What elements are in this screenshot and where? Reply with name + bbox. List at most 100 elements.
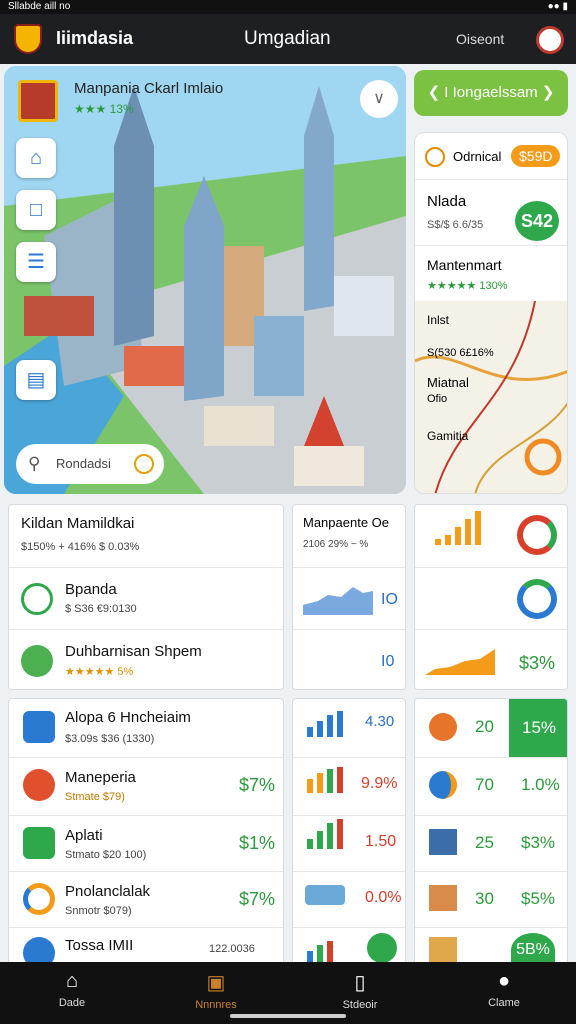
item-rating: ★★★★★ 5% bbox=[65, 666, 134, 678]
map-label: Inlst bbox=[427, 313, 450, 327]
summary-value: $5% bbox=[521, 889, 556, 908]
summary-value: 1.0% bbox=[521, 775, 560, 794]
status-text: Sllabde aill no bbox=[8, 1, 71, 12]
search-icon: ⚲ bbox=[28, 454, 41, 473]
item-title: Maneperia bbox=[65, 769, 136, 786]
city-crest-icon bbox=[18, 80, 58, 122]
area-chart bbox=[425, 649, 495, 675]
nav-label: Stdeoir bbox=[342, 999, 378, 1011]
location-icon[interactable] bbox=[134, 454, 154, 474]
summary-count: 70 bbox=[475, 775, 494, 794]
clover-icon bbox=[21, 645, 53, 677]
metrics-card: $3% bbox=[414, 504, 568, 690]
home-indicator bbox=[230, 1014, 346, 1018]
card-sub: $150% + 416% $ 0.03% bbox=[21, 541, 140, 553]
user-icon: ● bbox=[497, 970, 511, 992]
bank-icon bbox=[429, 885, 457, 911]
summary-card: 20 15% 70 1.0% 25 $3% 30 $5% 5B% bbox=[414, 698, 568, 966]
chart-value: I0 bbox=[381, 653, 395, 670]
status-icon bbox=[21, 583, 53, 615]
nav-label: Dade bbox=[58, 997, 86, 1009]
map-search[interactable]: ⚲ Rondadsi bbox=[16, 444, 164, 484]
collapse-icon[interactable]: ∨ bbox=[360, 80, 398, 118]
item-sub: Stmato $20 100) bbox=[65, 849, 147, 861]
chart-value: IO bbox=[381, 591, 398, 608]
avatar[interactable] bbox=[536, 26, 564, 54]
summary-count: 20 bbox=[475, 717, 494, 736]
card-sub: 2106 29% − % bbox=[303, 539, 369, 550]
money-icon bbox=[23, 827, 55, 859]
navigate-button[interactable]: ❮ I Iongaelssam ❯ bbox=[414, 70, 568, 116]
item-title: Aplati bbox=[65, 827, 103, 844]
panel-item-sub: ★★★★★ 130% bbox=[427, 280, 508, 292]
item-title: Duhbarnisan Shpem bbox=[65, 643, 202, 660]
bars-card: 4.30 9.9% 1.50 0.0% bbox=[292, 698, 406, 966]
item-title: Pnolanclalak bbox=[65, 883, 151, 900]
item-sub: $3.09s $36 (1330) bbox=[65, 733, 155, 745]
folder-icon: ▣ bbox=[206, 972, 226, 994]
item-sub: 122.0036 bbox=[209, 943, 255, 955]
panel-item-sub: S$/$ 6.6/35 bbox=[427, 219, 484, 231]
summary-value: 15% bbox=[509, 699, 567, 757]
bar-value: 1.50 bbox=[365, 833, 397, 850]
search-icon bbox=[425, 147, 445, 167]
bar-value: 4.30 bbox=[365, 713, 395, 730]
status-bar: Sllabde aill no ●● ▮ bbox=[0, 0, 576, 14]
account-link[interactable]: Oiseont bbox=[456, 31, 504, 47]
value-badge: S42 bbox=[515, 201, 559, 241]
pie-icon bbox=[429, 771, 457, 799]
clipboard-icon[interactable]: ▤ bbox=[16, 360, 56, 400]
map-rating: ★★★ 13% bbox=[74, 102, 134, 116]
panel-item-label: Mantenmart bbox=[427, 257, 502, 273]
nav-label: Nnnnres bbox=[195, 999, 237, 1011]
app-logo-icon[interactable] bbox=[14, 24, 42, 54]
item-title: Tossa IMII bbox=[65, 937, 134, 954]
donut-icon bbox=[517, 515, 557, 555]
book-icon bbox=[305, 885, 345, 905]
home-icon[interactable]: ⌂ bbox=[16, 138, 56, 178]
search-placeholder: Rondadsi bbox=[56, 456, 111, 471]
home-icon: ⌂ bbox=[65, 970, 79, 992]
item-sub: Stmate $79) bbox=[65, 791, 125, 803]
item-value: $1% bbox=[239, 833, 276, 853]
info-panel: Odrnical $59D Nlada S$/$ 6.6/35 S42 Mant… bbox=[414, 132, 568, 494]
price-badge[interactable]: $59D bbox=[511, 145, 561, 167]
list-icon[interactable]: ☰ bbox=[16, 242, 56, 282]
item-title: Alopa 6 Hncheiaim bbox=[65, 709, 191, 726]
summary-count: 25 bbox=[475, 833, 494, 852]
panel-item-label: Nlada bbox=[427, 193, 467, 210]
item-title: Bpanda bbox=[65, 581, 117, 598]
item-value: $7% bbox=[239, 775, 276, 795]
edit-icon bbox=[23, 711, 55, 743]
panel-item-label: Odrnical bbox=[453, 149, 502, 164]
ring-icon bbox=[23, 883, 55, 915]
item-sub: Snmotr $079) bbox=[65, 905, 132, 917]
nav-home[interactable]: ⌂ Dade bbox=[0, 962, 144, 1024]
map-label: S(530 6£16% bbox=[427, 347, 494, 359]
sun-icon bbox=[429, 713, 457, 741]
card-title: Kildan Mamildkai bbox=[21, 515, 135, 532]
item-value: $7% bbox=[239, 889, 276, 909]
summary-value: $3% bbox=[521, 833, 556, 852]
list-card: Alopa 6 Hncheiaim $3.09s $36 (1330) Mane… bbox=[8, 698, 284, 966]
map-title: Manpania Ckarl Imlaio bbox=[74, 80, 224, 97]
note-icon[interactable]: □ bbox=[16, 190, 56, 230]
nav-label: Clame bbox=[488, 997, 520, 1009]
bar-value: 0.0% bbox=[365, 889, 402, 906]
metric-value: $3% bbox=[519, 653, 556, 673]
item-sub: $ S36 €9:0130 bbox=[65, 603, 137, 615]
phone-icon: ▯ bbox=[354, 972, 366, 994]
area-chart bbox=[303, 587, 373, 615]
city-illustration bbox=[4, 66, 406, 494]
card-title: Manpaente Oe bbox=[303, 515, 390, 530]
fire-icon bbox=[23, 769, 55, 801]
nav-profile[interactable]: ● Clame bbox=[432, 962, 576, 1024]
map-label: Gamitia bbox=[427, 429, 469, 443]
bar-value: 9.9% bbox=[361, 775, 398, 792]
signal-icon: ●● ▮ bbox=[547, 1, 568, 12]
chart-card: Manpaente Oe 2106 29% − % IO I0 bbox=[292, 504, 406, 690]
app-name: Iiimdasia bbox=[56, 28, 134, 48]
donut-icon bbox=[517, 579, 557, 619]
stack-icon bbox=[429, 829, 457, 855]
city-map[interactable] bbox=[4, 66, 406, 494]
